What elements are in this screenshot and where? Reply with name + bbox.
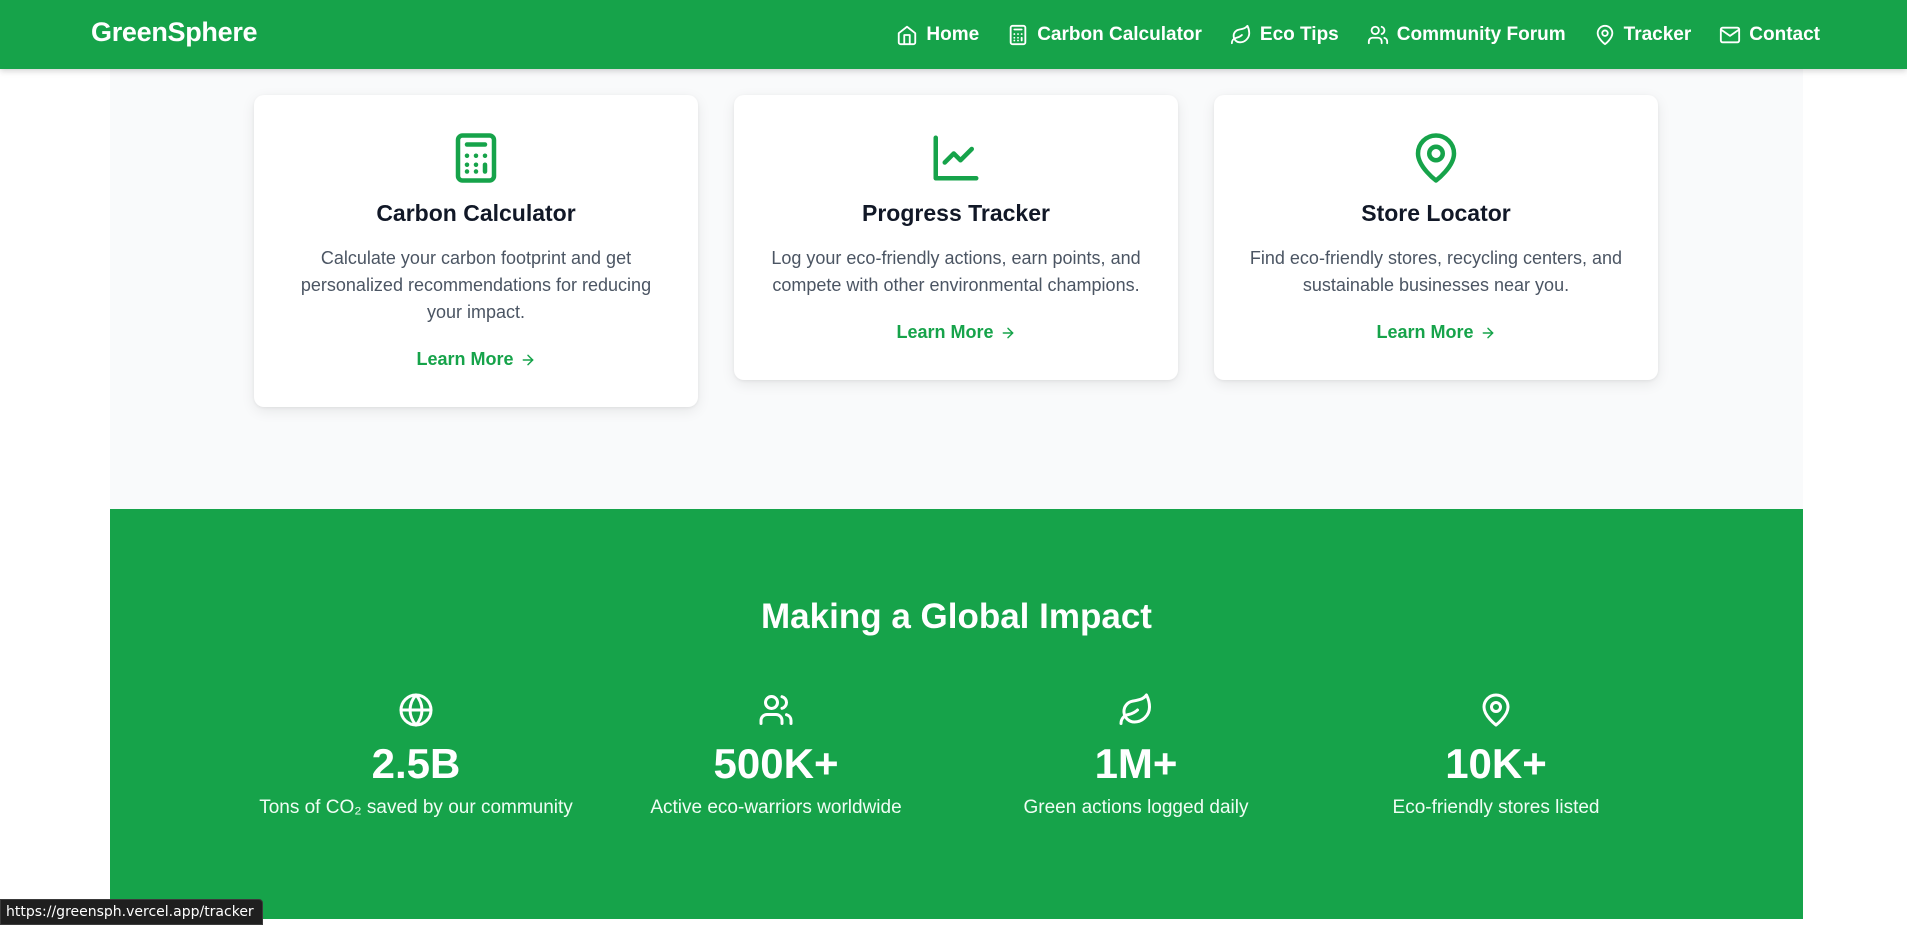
card-description: Calculate your carbon footprint and get … <box>300 248 652 322</box>
nav-item-label: Home <box>926 23 980 45</box>
nav-item-community-forum[interactable]: Community Forum <box>1367 24 1566 46</box>
card-title: Progress Tracker <box>862 200 1050 226</box>
users-icon <box>1367 25 1388 44</box>
stat-value: 1M+ <box>1094 740 1178 787</box>
leaf-icon <box>1119 693 1151 725</box>
nav-item-label: Carbon Calculator <box>1037 23 1202 45</box>
nav-item-label: Community Forum <box>1396 23 1566 45</box>
nav-item-carbon-calculator[interactable]: Carbon Calculator <box>1007 24 1202 46</box>
stat-value: 2.5B <box>371 740 461 787</box>
stat-value: 500K+ <box>713 740 839 787</box>
map-pin-icon <box>1482 693 1510 727</box>
nav-item-label: Eco Tips <box>1259 23 1339 45</box>
nav-item-label: Contact <box>1749 23 1820 45</box>
map-pin-icon <box>1596 24 1613 45</box>
nav-item-eco-tips[interactable]: Eco Tips <box>1230 24 1339 46</box>
calculator-icon <box>1009 24 1027 45</box>
stat-value: 10K+ <box>1445 740 1547 787</box>
feature-card-carbon-calculator: Carbon Calculator Calculate your carbon … <box>254 95 698 407</box>
learn-more-label: Learn More <box>896 322 994 342</box>
stat-green-actions: 1M+ Green actions logged daily <box>966 692 1306 819</box>
status-bar-url: https://greensph.vercel.app/tracker <box>0 899 263 925</box>
top-navbar: GreenSphere Home Carbon Calculator Eco T… <box>0 0 1907 69</box>
learn-more-link[interactable]: Learn More <box>416 349 535 370</box>
stat-eco-warriors: 500K+ Active eco-warriors worldwide <box>606 692 946 819</box>
card-description: Find eco-friendly stores, recycling cent… <box>1249 248 1623 295</box>
card-description: Log your eco-friendly actions, earn poin… <box>771 248 1141 295</box>
features-section: Carbon Calculator Calculate your carbon … <box>110 69 1803 509</box>
map-pin-icon <box>1415 133 1457 183</box>
card-title: Store Locator <box>1361 200 1511 226</box>
nav-item-label: Tracker <box>1623 23 1692 45</box>
impact-section: Making a Global Impact 2.5B Tons of CO₂ … <box>110 509 1803 919</box>
feature-card-store-locator: Store Locator Find eco-friendly stores, … <box>1214 95 1658 380</box>
learn-more-label: Learn More <box>1376 322 1474 342</box>
arrow-right-icon <box>1482 327 1493 338</box>
card-title: Carbon Calculator <box>376 200 576 226</box>
learn-more-label: Learn More <box>416 349 514 369</box>
home-icon <box>898 25 917 45</box>
learn-more-link[interactable]: Learn More <box>1376 322 1495 343</box>
mail-icon <box>1720 26 1741 43</box>
calculator-icon <box>455 133 497 183</box>
nav-item-contact[interactable]: Contact <box>1719 24 1820 46</box>
learn-more-link[interactable]: Learn More <box>896 322 1015 343</box>
brand-logo[interactable]: GreenSphere <box>91 17 258 48</box>
impact-title: Making a Global Impact <box>761 597 1152 636</box>
users-icon <box>759 695 793 725</box>
nav-links: Home Carbon Calculator Eco Tips Communit… <box>896 0 1820 69</box>
nav-item-home[interactable]: Home <box>896 24 979 46</box>
stat-label: Green actions logged daily <box>1023 797 1249 818</box>
arrow-right-icon <box>1002 327 1013 338</box>
globe-icon <box>399 693 433 727</box>
stat-label: Active eco-warriors worldwide <box>650 797 902 818</box>
feature-card-progress-tracker: Progress Tracker Log your eco-friendly a… <box>734 95 1178 380</box>
leaf-icon <box>1230 24 1251 44</box>
stat-label: Tons of CO₂ saved by our community <box>259 797 573 818</box>
stat-co2-saved: 2.5B Tons of CO₂ saved by our community <box>246 692 586 819</box>
line-chart-icon <box>933 135 979 181</box>
arrow-right-icon <box>522 354 533 365</box>
stat-label: Eco-friendly stores listed <box>1392 797 1600 818</box>
nav-item-tracker[interactable]: Tracker <box>1594 23 1692 46</box>
stat-stores-listed: 10K+ Eco-friendly stores listed <box>1326 692 1666 819</box>
